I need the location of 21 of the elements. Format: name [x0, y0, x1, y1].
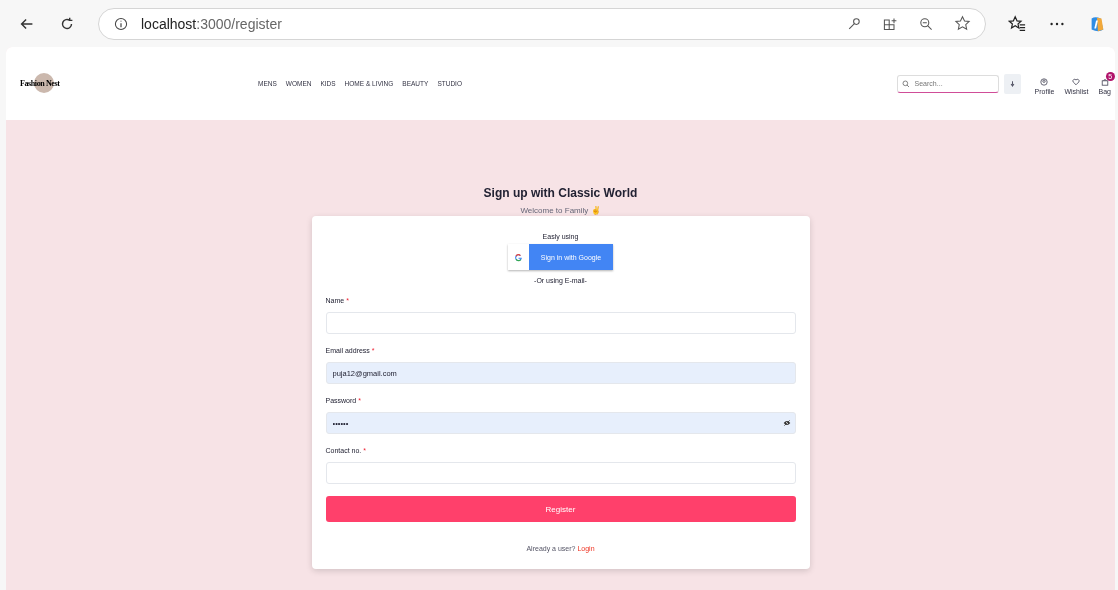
- search-icon: [901, 79, 910, 88]
- input-field[interactable]: [325, 312, 796, 334]
- heart-icon: [1072, 78, 1081, 86]
- input-field[interactable]: [325, 462, 796, 484]
- favorites-icon[interactable]: [1008, 14, 1026, 33]
- star-icon[interactable]: [954, 15, 971, 32]
- voice-search-button[interactable]: [1003, 73, 1021, 94]
- form-subtitle: Welcome to Family ✌: [520, 206, 601, 215]
- url-text: localhost:3000/register: [141, 15, 282, 32]
- info-icon[interactable]: [113, 15, 129, 32]
- google-icon: [513, 252, 523, 262]
- key-icon[interactable]: [846, 15, 862, 32]
- form-title: Sign up with Classic World: [483, 186, 638, 200]
- bag-icon: [1100, 78, 1109, 86]
- apps-icon[interactable]: [882, 15, 898, 32]
- address-bar[interactable]: localhost:3000/register: [98, 7, 986, 40]
- eye-slash-icon[interactable]: [782, 419, 791, 427]
- profile-icon: [1040, 78, 1049, 86]
- arrow-down-icon: [1008, 79, 1016, 88]
- logo[interactable]: Fashion Nest: [20, 71, 68, 96]
- zoom-out-icon[interactable]: [918, 15, 934, 32]
